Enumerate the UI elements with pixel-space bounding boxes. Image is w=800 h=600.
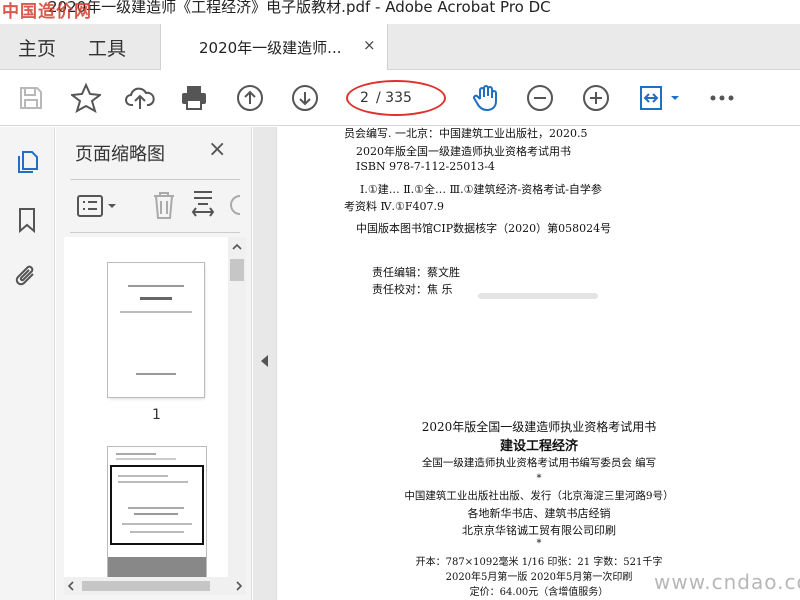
current-page-frame xyxy=(110,465,204,545)
scrollbar-thumb[interactable] xyxy=(230,259,244,281)
colophon-editor: 全国一级建造师执业资格考试用书编写委员会 编写 xyxy=(421,457,657,469)
doc-line: 员会编写. 一北京：中国建筑工业出版社，2020.5 xyxy=(344,127,588,140)
doc-line: 2020年版全国一级建造师执业资格考试用书 xyxy=(356,145,571,158)
watermark-logo-bottom: www.cndao.com xyxy=(654,570,800,594)
star-icon[interactable] xyxy=(70,82,102,114)
tab-home[interactable]: 主页 xyxy=(18,34,56,61)
print-icon[interactable] xyxy=(178,82,210,114)
page-down-icon[interactable] xyxy=(289,82,321,114)
attachment-icon[interactable] xyxy=(12,261,42,291)
bookmark-icon[interactable] xyxy=(12,205,42,235)
colophon-format: 开本：787×1092毫米 1/16 印张：21 字数：521千字 xyxy=(415,557,663,568)
fit-width-icon[interactable] xyxy=(190,190,218,224)
more-icon[interactable] xyxy=(706,82,738,114)
thumbnail-list[interactable]: 1 xyxy=(64,237,228,579)
doc-line: ISBN 978-7-112-25013-4 xyxy=(356,160,495,173)
page-thumbnail-1[interactable] xyxy=(108,263,204,397)
thumbnails-panel-title: 页面缩略图 xyxy=(75,144,165,165)
hscrollbar-thumb[interactable] xyxy=(82,581,210,591)
doc-line: 责任校对：焦 乐 xyxy=(372,283,453,296)
document-tab-close-button[interactable]: × xyxy=(363,36,376,54)
colophon-publisher: 中国建筑工业出版社出版、发行（北京海淀三里河路9号） xyxy=(404,490,674,502)
red-annotation-ellipse xyxy=(346,80,446,116)
watermark-logo-top: 中国造价网 xyxy=(2,2,92,22)
doc-line: Ⅰ.①建… Ⅱ.①全… Ⅲ.①建筑经济-资格考试-自学参 xyxy=(360,183,602,196)
colophon-printer: 北京京华铭诚工贸有限公司印刷 xyxy=(462,524,616,537)
title-bar: 2020年一级建造师《工程经济》电子版教材.pdf - Adobe Acroba… xyxy=(0,0,800,24)
thumbnail-options-icon[interactable] xyxy=(76,192,120,224)
colophon-distributor: 各地新华书店、建筑书店经销 xyxy=(467,507,611,520)
rotate-icon[interactable] xyxy=(228,192,241,222)
colophon-series: 2020年版全国一级建造师执业资格考试用书 xyxy=(421,420,657,434)
page-thumbnails-panel: 页面缩略图 × 1 xyxy=(56,127,252,600)
thumbnails-horizontal-scrollbar[interactable] xyxy=(64,577,246,595)
zoom-out-icon[interactable] xyxy=(524,82,556,114)
scan-smudge xyxy=(478,293,598,299)
page-thumbnails-icon[interactable] xyxy=(12,147,42,177)
doc-line: 责任编辑：蔡文胜 xyxy=(372,266,460,279)
document-tab[interactable]: 2020年一级建造师... × xyxy=(160,24,388,70)
toolbar: 2 / 335 xyxy=(0,70,800,126)
document-page[interactable]: 员会编写. 一北京：中国建筑工业出版社，2020.5 2020年版全国一级建造师… xyxy=(278,127,800,600)
zoom-in-icon[interactable] xyxy=(580,82,612,114)
acrobat-window: 2020年一级建造师《工程经济》电子版教材.pdf - Adobe Acroba… xyxy=(0,0,800,600)
cloud-upload-icon[interactable] xyxy=(124,82,156,114)
thumbnails-toolbar xyxy=(70,179,241,233)
page-up-icon[interactable] xyxy=(234,82,266,114)
thumbnails-vertical-scrollbar[interactable] xyxy=(228,237,246,577)
tab-tools[interactable]: 工具 xyxy=(88,34,126,61)
delete-page-icon[interactable] xyxy=(150,190,178,224)
page-thumbnail-2[interactable] xyxy=(108,447,206,579)
thumbnails-close-button[interactable]: × xyxy=(208,137,226,162)
tabs-row: 主页 工具 2020年一级建造师... × xyxy=(0,24,800,70)
page-thumbnail-1-label: 1 xyxy=(152,407,161,423)
colophon-star: * xyxy=(536,538,542,549)
document-tab-label: 2020年一级建造师... xyxy=(199,39,342,57)
doc-line: 考资料 Ⅳ.①F407.9 xyxy=(344,200,444,213)
save-icon[interactable] xyxy=(15,82,47,114)
collapse-arrow-icon[interactable] xyxy=(261,355,268,367)
fit-page-icon[interactable] xyxy=(636,82,682,114)
hand-icon[interactable] xyxy=(470,82,502,114)
doc-line: 中国版本图书馆CIP数据核字（2020）第058024号 xyxy=(356,222,612,235)
colophon-star: * xyxy=(536,473,542,484)
panel-collapse-strip[interactable] xyxy=(253,127,277,600)
left-navigation-pane xyxy=(0,127,55,600)
colophon-book-title: 建设工程经济 xyxy=(499,439,578,454)
window-title: 2020年一级建造师《工程经济》电子版教材.pdf - Adobe Acroba… xyxy=(48,0,551,16)
